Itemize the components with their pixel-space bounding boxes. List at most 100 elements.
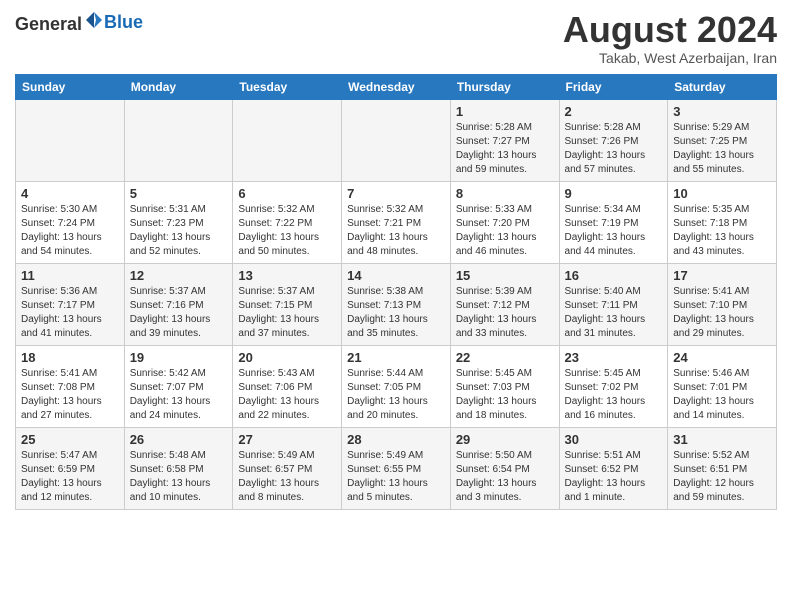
- day-info: Sunrise: 5:31 AM Sunset: 7:23 PM Dayligh…: [130, 203, 228, 259]
- calendar-cell: 3 Sunrise: 5:29 AM Sunset: 7:25 PM Daylig…: [668, 99, 777, 181]
- calendar-cell: 6 Sunrise: 5:32 AM Sunset: 7:22 PM Daylig…: [233, 181, 342, 263]
- calendar-cell: 12 Sunrise: 5:37 AM Sunset: 7:16 PM Dayli…: [124, 263, 233, 345]
- logo: General Blue: [15, 10, 143, 35]
- calendar-week-row: 4 Sunrise: 5:30 AM Sunset: 7:24 PM Daylig…: [16, 181, 777, 263]
- day-info: Sunrise: 5:32 AM Sunset: 7:22 PM Dayligh…: [238, 203, 336, 259]
- calendar-cell: 26 Sunrise: 5:48 AM Sunset: 6:58 PM Dayli…: [124, 427, 233, 509]
- calendar-cell: 23 Sunrise: 5:45 AM Sunset: 7:02 PM Dayli…: [559, 345, 668, 427]
- calendar-cell: [342, 99, 451, 181]
- calendar-week-row: 25 Sunrise: 5:47 AM Sunset: 6:59 PM Dayli…: [16, 427, 777, 509]
- day-info: Sunrise: 5:45 AM Sunset: 7:02 PM Dayligh…: [565, 367, 663, 423]
- calendar-cell: [233, 99, 342, 181]
- calendar-cell: 2 Sunrise: 5:28 AM Sunset: 7:26 PM Daylig…: [559, 99, 668, 181]
- day-number: 23: [565, 350, 663, 365]
- day-number: 19: [130, 350, 228, 365]
- day-number: 10: [673, 186, 771, 201]
- day-number: 27: [238, 432, 336, 447]
- day-number: 2: [565, 104, 663, 119]
- day-number: 3: [673, 104, 771, 119]
- calendar-cell: 13Sunrise: 5:37 AM Sunset: 7:15 PM Dayli…: [233, 263, 342, 345]
- day-number: 18: [21, 350, 119, 365]
- calendar-cell: 25 Sunrise: 5:47 AM Sunset: 6:59 PM Dayli…: [16, 427, 125, 509]
- calendar-week-row: 1Sunrise: 5:28 AM Sunset: 7:27 PM Daylig…: [16, 99, 777, 181]
- day-number: 21: [347, 350, 445, 365]
- day-info: Sunrise: 5:37 AM Sunset: 7:16 PM Dayligh…: [130, 285, 228, 341]
- calendar-cell: 8Sunrise: 5:33 AM Sunset: 7:20 PM Daylig…: [450, 181, 559, 263]
- logo-icon: [84, 10, 104, 30]
- day-number: 28: [347, 432, 445, 447]
- day-number: 25: [21, 432, 119, 447]
- day-number: 31: [673, 432, 771, 447]
- calendar-cell: 15 Sunrise: 5:39 AM Sunset: 7:12 PM Dayli…: [450, 263, 559, 345]
- day-number: 14: [347, 268, 445, 283]
- day-info: Sunrise: 5:40 AM Sunset: 7:11 PM Dayligh…: [565, 285, 663, 341]
- day-info: Sunrise: 5:50 AM Sunset: 6:54 PM Dayligh…: [456, 449, 554, 505]
- day-info: Sunrise: 5:34 AM Sunset: 7:19 PM Dayligh…: [565, 203, 663, 259]
- calendar-cell: 1Sunrise: 5:28 AM Sunset: 7:27 PM Daylig…: [450, 99, 559, 181]
- calendar-cell: 14Sunrise: 5:38 AM Sunset: 7:13 PM Dayli…: [342, 263, 451, 345]
- day-number: 22: [456, 350, 554, 365]
- day-info: Sunrise: 5:47 AM Sunset: 6:59 PM Dayligh…: [21, 449, 119, 505]
- day-info: Sunrise: 5:51 AM Sunset: 6:52 PM Dayligh…: [565, 449, 663, 505]
- day-info: Sunrise: 5:29 AM Sunset: 7:25 PM Dayligh…: [673, 121, 771, 177]
- day-header-thursday: Thursday: [450, 74, 559, 99]
- calendar-cell: 22Sunrise: 5:45 AM Sunset: 7:03 PM Dayli…: [450, 345, 559, 427]
- calendar-cell: 20Sunrise: 5:43 AM Sunset: 7:06 PM Dayli…: [233, 345, 342, 427]
- day-info: Sunrise: 5:44 AM Sunset: 7:05 PM Dayligh…: [347, 367, 445, 423]
- calendar-cell: 7Sunrise: 5:32 AM Sunset: 7:21 PM Daylig…: [342, 181, 451, 263]
- day-header-friday: Friday: [559, 74, 668, 99]
- day-number: 20: [238, 350, 336, 365]
- calendar-cell: 17Sunrise: 5:41 AM Sunset: 7:10 PM Dayli…: [668, 263, 777, 345]
- calendar-cell: 4 Sunrise: 5:30 AM Sunset: 7:24 PM Daylig…: [16, 181, 125, 263]
- day-header-saturday: Saturday: [668, 74, 777, 99]
- day-info: Sunrise: 5:39 AM Sunset: 7:12 PM Dayligh…: [456, 285, 554, 341]
- calendar-cell: 31Sunrise: 5:52 AM Sunset: 6:51 PM Dayli…: [668, 427, 777, 509]
- day-number: 30: [565, 432, 663, 447]
- day-info: Sunrise: 5:28 AM Sunset: 7:27 PM Dayligh…: [456, 121, 554, 177]
- day-info: Sunrise: 5:42 AM Sunset: 7:07 PM Dayligh…: [130, 367, 228, 423]
- page-header: General Blue August 2024 Takab, West Aze…: [15, 10, 777, 66]
- day-number: 24: [673, 350, 771, 365]
- calendar-cell: 21 Sunrise: 5:44 AM Sunset: 7:05 PM Dayli…: [342, 345, 451, 427]
- day-info: Sunrise: 5:36 AM Sunset: 7:17 PM Dayligh…: [21, 285, 119, 341]
- day-info: Sunrise: 5:41 AM Sunset: 7:10 PM Dayligh…: [673, 285, 771, 341]
- calendar-week-row: 11Sunrise: 5:36 AM Sunset: 7:17 PM Dayli…: [16, 263, 777, 345]
- day-info: Sunrise: 5:48 AM Sunset: 6:58 PM Dayligh…: [130, 449, 228, 505]
- calendar-table: SundayMondayTuesdayWednesdayThursdayFrid…: [15, 74, 777, 510]
- day-number: 7: [347, 186, 445, 201]
- day-header-tuesday: Tuesday: [233, 74, 342, 99]
- calendar-cell: 11Sunrise: 5:36 AM Sunset: 7:17 PM Dayli…: [16, 263, 125, 345]
- calendar-cell: [124, 99, 233, 181]
- day-number: 4: [21, 186, 119, 201]
- day-header-sunday: Sunday: [16, 74, 125, 99]
- calendar-cell: 16 Sunrise: 5:40 AM Sunset: 7:11 PM Dayli…: [559, 263, 668, 345]
- calendar-cell: 9 Sunrise: 5:34 AM Sunset: 7:19 PM Daylig…: [559, 181, 668, 263]
- calendar-week-row: 18 Sunrise: 5:41 AM Sunset: 7:08 PM Dayli…: [16, 345, 777, 427]
- calendar-cell: 10 Sunrise: 5:35 AM Sunset: 7:18 PM Dayli…: [668, 181, 777, 263]
- logo-text-general: General: [15, 14, 82, 34]
- calendar-cell: 5 Sunrise: 5:31 AM Sunset: 7:23 PM Daylig…: [124, 181, 233, 263]
- day-info: Sunrise: 5:37 AM Sunset: 7:15 PM Dayligh…: [238, 285, 336, 341]
- day-number: 8: [456, 186, 554, 201]
- day-info: Sunrise: 5:46 AM Sunset: 7:01 PM Dayligh…: [673, 367, 771, 423]
- day-number: 5: [130, 186, 228, 201]
- day-info: Sunrise: 5:35 AM Sunset: 7:18 PM Dayligh…: [673, 203, 771, 259]
- day-number: 26: [130, 432, 228, 447]
- calendar-cell: 24 Sunrise: 5:46 AM Sunset: 7:01 PM Dayli…: [668, 345, 777, 427]
- day-number: 16: [565, 268, 663, 283]
- day-number: 6: [238, 186, 336, 201]
- day-number: 15: [456, 268, 554, 283]
- day-info: Sunrise: 5:41 AM Sunset: 7:08 PM Dayligh…: [21, 367, 119, 423]
- day-info: Sunrise: 5:49 AM Sunset: 6:57 PM Dayligh…: [238, 449, 336, 505]
- day-header-wednesday: Wednesday: [342, 74, 451, 99]
- day-info: Sunrise: 5:30 AM Sunset: 7:24 PM Dayligh…: [21, 203, 119, 259]
- day-number: 9: [565, 186, 663, 201]
- calendar-cell: 19 Sunrise: 5:42 AM Sunset: 7:07 PM Dayli…: [124, 345, 233, 427]
- day-number: 29: [456, 432, 554, 447]
- calendar-cell: 27 Sunrise: 5:49 AM Sunset: 6:57 PM Dayli…: [233, 427, 342, 509]
- calendar-header-row: SundayMondayTuesdayWednesdayThursdayFrid…: [16, 74, 777, 99]
- day-number: 12: [130, 268, 228, 283]
- day-info: Sunrise: 5:49 AM Sunset: 6:55 PM Dayligh…: [347, 449, 445, 505]
- day-info: Sunrise: 5:28 AM Sunset: 7:26 PM Dayligh…: [565, 121, 663, 177]
- day-header-monday: Monday: [124, 74, 233, 99]
